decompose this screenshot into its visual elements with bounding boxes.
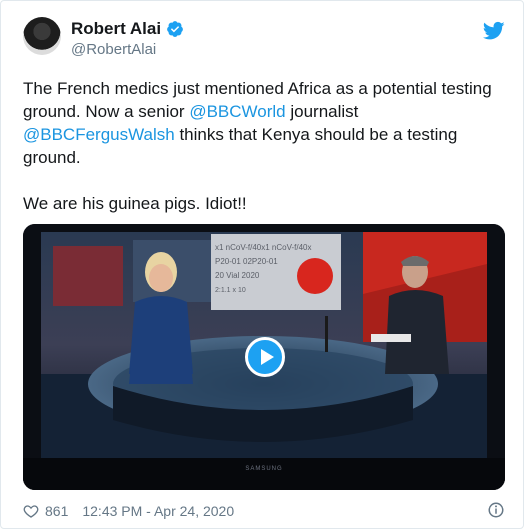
screen-text-line2: P20-01 02P20-01 <box>215 257 278 266</box>
author-display-name[interactable]: Robert Alai <box>71 19 161 39</box>
tweet-header: Robert Alai @RobertAlai <box>23 17 505 61</box>
mention-bbcferguswalsh-link[interactable]: @BBCFergusWalsh <box>23 125 175 144</box>
author-handle[interactable]: @RobertAlai <box>71 41 156 58</box>
screen-text-line3: 20 Vial 2020 <box>215 271 260 280</box>
mention-bbcworld-link[interactable]: @BBCWorld <box>189 102 285 121</box>
play-button[interactable] <box>245 337 285 377</box>
verified-badge-icon <box>167 21 183 37</box>
author-name-row: Robert Alai <box>71 19 184 39</box>
tweet-text-part2: journalist <box>285 102 364 121</box>
avatar[interactable] <box>23 17 61 55</box>
screen-text-line4: 2:1.1 x 10 <box>215 287 246 294</box>
tweet-card: Robert Alai @RobertAlai The French medic… <box>0 0 524 529</box>
like-heart-icon[interactable] <box>23 503 39 519</box>
twitter-bird-icon[interactable] <box>483 21 505 41</box>
tweet-footer: 861 12:43 PM - Apr 24, 2020 <box>23 501 505 521</box>
info-icon[interactable] <box>487 501 505 519</box>
video-media[interactable]: x1 nCoV-f/40x1 nCoV-f/40x P20-01 02P20-0… <box>23 224 505 490</box>
like-count[interactable]: 861 <box>45 503 68 519</box>
tweet-text: The French medics just mentioned Africa … <box>23 77 503 215</box>
tv-brand-label: SAMSUNG <box>245 466 282 472</box>
tweet-timestamp[interactable]: 12:43 PM - Apr 24, 2020 <box>82 503 234 519</box>
play-icon <box>260 349 274 365</box>
screen-text-line1: x1 nCoV-f/40x1 nCoV-f/40x <box>215 243 312 252</box>
